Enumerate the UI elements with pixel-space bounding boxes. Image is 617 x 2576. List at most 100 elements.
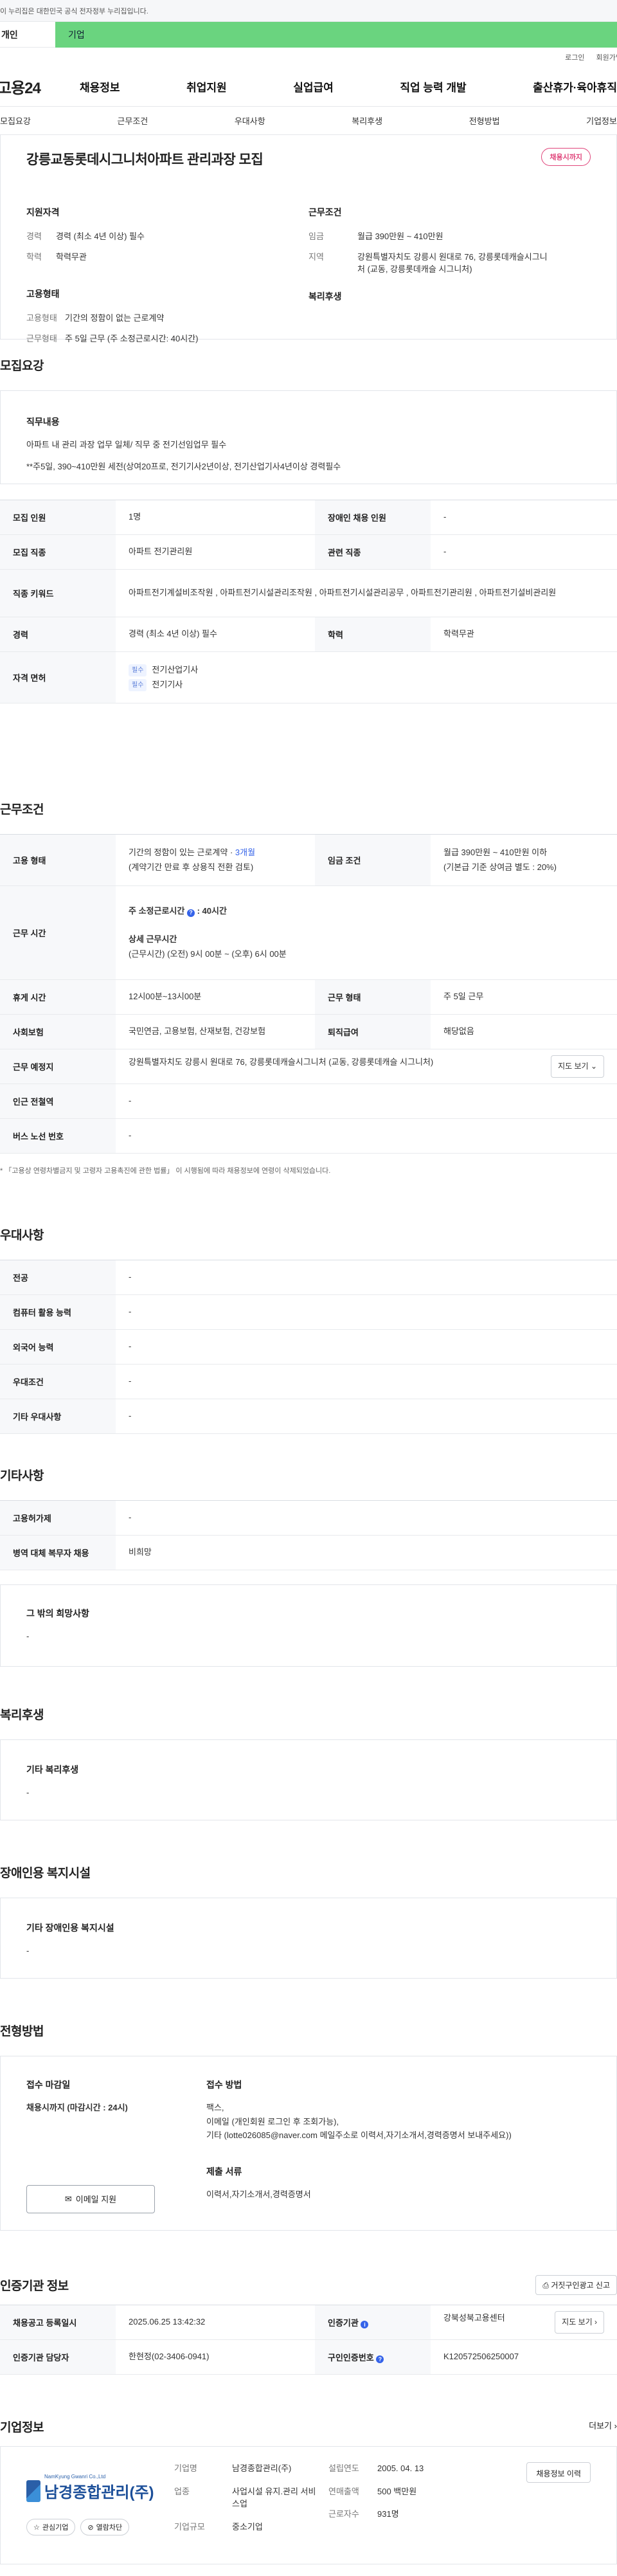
facility-box: 기타 장애인용 복지시설 - (0, 1898, 617, 1979)
more-link[interactable]: 더보기 › (589, 2419, 617, 2431)
language-label: 외국어 능력 (0, 1329, 116, 1365)
mail-icon: ✉ (64, 2193, 72, 2204)
preference-table: 전공 - 컴퓨터 활용 능력 - 외국어 능력 - 우대조건 - 기타 우대사항 - (0, 1260, 617, 1434)
tab-company[interactable]: 기업 (55, 22, 617, 48)
bus-label: 버스 노선 번호 (0, 1118, 116, 1154)
agency-value: 강북성북고용센터 지도 보기 › (431, 2305, 617, 2340)
license-label: 자격 면허 (0, 651, 116, 703)
license-2: 전기기사 (152, 679, 183, 689)
license-value: 필수 전기산업기사 필수 전기기사 (116, 651, 617, 703)
method-line-2: 이메일 (개인회원 로그인 후 조회가능), (206, 2116, 339, 2127)
help-icon[interactable]: ? (376, 2355, 384, 2363)
welfare-box: 기타 복리후생 - (0, 1739, 617, 1820)
severance-value: 해당없음 (431, 1014, 617, 1049)
count-label: 모집 인원 (0, 500, 116, 535)
deadline-value: 채용시까지 (마감시간 : 24시) (26, 2103, 128, 2112)
login-link[interactable]: 로그인 (565, 52, 584, 62)
tab-recruit[interactable]: 모집요강 (0, 114, 31, 127)
facility-box-value: - (26, 1946, 30, 1955)
qual-edu-value: 학력무관 (56, 251, 87, 262)
map-button[interactable]: 지도 보기 ⌄ (551, 1055, 604, 1078)
method-line-3: 기타 (lotte026085@naver.com 메일주소로 이력서,자기소개… (206, 2130, 512, 2140)
agency-text: 강북성북고용센터 (443, 2313, 505, 2323)
hours-label: 근무 시간 (0, 885, 116, 980)
computer-label: 컴퓨터 활용 능력 (0, 1294, 116, 1330)
tab-preference[interactable]: 우대사항 (235, 114, 265, 127)
tab-personal[interactable]: 개인 (0, 22, 55, 48)
email-apply-button[interactable]: ✉ 이메일 지원 (26, 2184, 155, 2213)
chevron-right-icon: › (614, 2421, 617, 2431)
scale-label: 기업규모 (174, 2521, 205, 2532)
license-1: 전기산업기사 (152, 665, 199, 675)
related-value: - (431, 534, 617, 570)
employees-label: 근로자수 (328, 2509, 359, 2519)
nav-parental-leave[interactable]: 출산휴가·육아휴직 (533, 78, 617, 95)
help-icon[interactable]: ? (186, 909, 195, 917)
agency-heading: 인증기관 정보 (0, 2280, 69, 2293)
agency-label-text: 인증기관 (328, 2318, 359, 2328)
block-icon: ⊘ (87, 2523, 94, 2532)
emp-type-sub: (계약기간 만료 후 상용직 전환 검토) (129, 862, 254, 872)
military-label: 병역 대체 복무자 채용 (0, 1535, 116, 1570)
gov-banner: 이 누리집은 대한민국 공식 전자정부 누리집입니다. (0, 0, 617, 22)
report-button[interactable]: ⎙ 거짓구인광고 신고 (535, 2275, 617, 2295)
welfare-heading: 복리후생 (0, 1709, 44, 1722)
report-icon: ⎙ (542, 2281, 549, 2290)
site-tabs: 개인 기업 (0, 22, 617, 48)
reg-value: 2025.06.25 13:42:32 (116, 2305, 315, 2340)
hours-week-value: : 40시간 (197, 906, 227, 916)
nav-unemployment[interactable]: 실업급여 (293, 78, 334, 95)
preference-section: 우대사항 전공 - 컴퓨터 활용 능력 - 외국어 능력 - 우대조건 - 기타 우대사… (0, 1226, 617, 1434)
gov-banner-text: 이 누리집은 대한민국 공식 전자정부 누리집입니다. (0, 7, 148, 15)
wage-sub: (기본급 기준 상여금 별도 : 20%) (443, 862, 557, 872)
hours-value: 주 소정근로시간 ? : 40시간 상세 근무시간 (근무시간) (오전) 9시… (116, 885, 617, 980)
tab-conditions[interactable]: 근무조건 (117, 114, 148, 127)
star-icon: ☆ (33, 2523, 40, 2532)
bus-value: - (116, 1118, 617, 1154)
keyword-label: 직종 키워드 (0, 569, 116, 617)
site-logo[interactable]: 고용24 (0, 75, 80, 98)
disabled-label: 장애인 채용 인원 (315, 500, 431, 535)
block-button[interactable]: ⊘ 열람차단 (80, 2519, 130, 2535)
chevron-right-icon: › (595, 2317, 597, 2327)
etc-heading: 기타사항 (0, 1469, 44, 1483)
job-label: 모집 직종 (0, 534, 116, 570)
job-desc-line-2: **주5일, 390~410만원 세전(상여20프로, 전기기사2년이상, 전기… (26, 461, 341, 471)
nav-employment-support[interactable]: 취업지원 (186, 78, 227, 95)
company-box: NamKyung Gwanri Co.,Ltd 남경종합관리(주) ☆ 관심기업 … (0, 2446, 617, 2564)
recruit-history-button[interactable]: 채용정보 이력 (526, 2462, 591, 2483)
recruit-table: 모집 인원 1명 장애인 채용 인원 - 모집 직종 아파트 전기관리원 관련 … (0, 500, 617, 703)
info-icon[interactable]: i (361, 2321, 369, 2328)
hours-detail-title: 상세 근무시간 (129, 934, 177, 945)
report-button-label: 거짓구인광고 신고 (551, 2281, 610, 2290)
favorite-button[interactable]: ☆ 관심기업 (26, 2519, 76, 2535)
logo-mark-icon (26, 2480, 40, 2502)
major-value: - (116, 1260, 617, 1295)
agency-map-button[interactable]: 지도 보기 › (555, 2311, 604, 2334)
wage-value: 월급 390만원 ~ 410만원 (357, 231, 443, 241)
emp-type-text: 기간의 정함이 있는 근로계약 · (129, 848, 235, 858)
location-value: 강원특별자치도 강릉시 원대로 76, 강릉롯데캐슬시그니처 (교동, 강릉롯데… (116, 1049, 617, 1084)
cert-no-label: 구인인증번호 ? (315, 2339, 431, 2375)
signup-link[interactable]: 회원가입 (596, 52, 617, 62)
other-wish-value: - (26, 1631, 30, 1641)
industry-value: 사업시설 유지.관리 서비스업 (232, 2486, 316, 2509)
manager-value: 한현정(02-3406-0941) (116, 2339, 315, 2375)
work-type-value: 주 5일 근무 (431, 979, 617, 1015)
method-title: 접수 방법 (206, 2080, 242, 2090)
facility-section: 장애인용 복지시설 기타 장애인용 복지시설 - (0, 1864, 617, 1979)
emp-type-value: 기간의 정함이 없는 근로계약 (65, 313, 165, 323)
nav-jobs[interactable]: 채용정보 (80, 78, 120, 95)
tab-process[interactable]: 전형방법 (469, 114, 500, 127)
wage-label: 임금 조건 (315, 834, 431, 886)
docs-value: 이력서,자기소개서,경력증명서 (206, 2189, 311, 2199)
tab-welfare[interactable]: 복리후생 (352, 114, 382, 127)
pref-cond-value: - (116, 1364, 617, 1399)
pref-etc-value: - (116, 1399, 617, 1434)
nav-training[interactable]: 직업 능력 개발 (400, 78, 466, 95)
cert-no-label-text: 구인인증번호 (328, 2353, 374, 2363)
tab-company-info[interactable]: 기업정보 (586, 114, 617, 127)
agency-table: 채용공고 등록일시 2025.06.25 13:42:32 인증기관 i 강북성… (0, 2305, 617, 2375)
job-desc-title: 직무내용 (26, 417, 60, 427)
welfare-section: 복리후생 기타 복리후생 - (0, 1705, 617, 1820)
